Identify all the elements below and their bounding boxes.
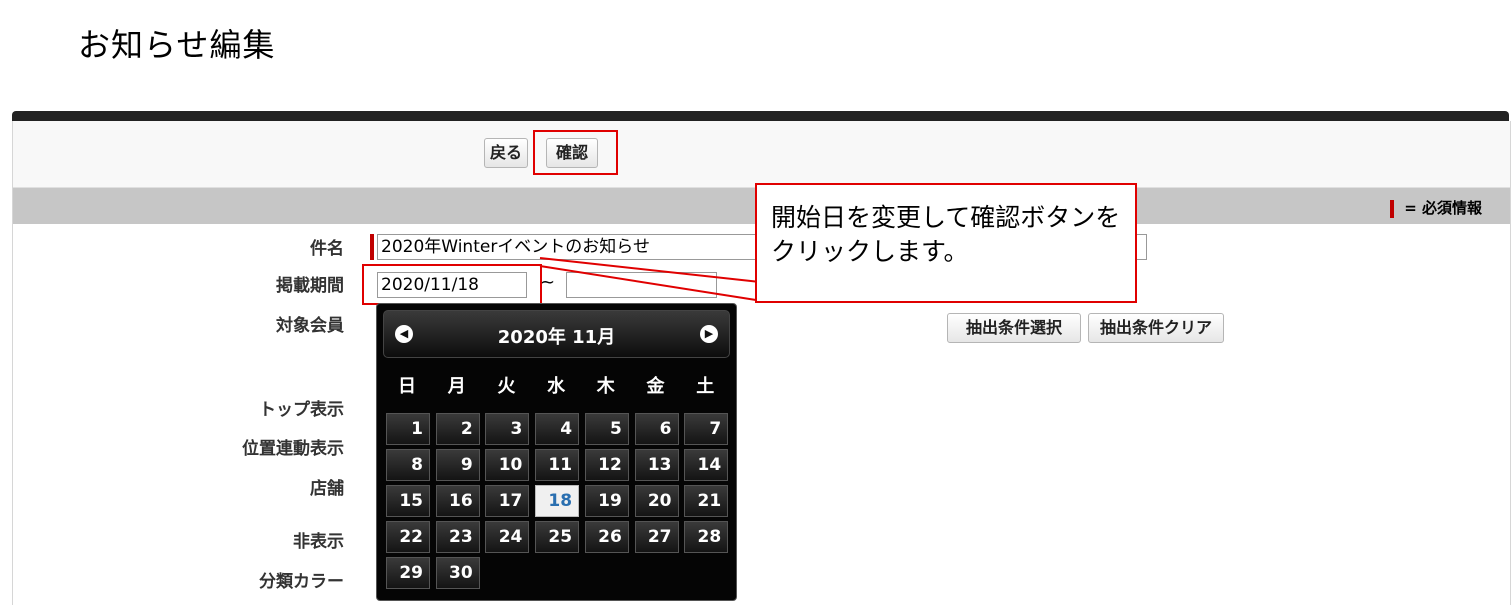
calendar-title: 2020年 11月 bbox=[497, 327, 616, 348]
weekday-label: 金 bbox=[646, 376, 665, 397]
category-color-label: 分類カラー bbox=[259, 572, 344, 592]
calendar-day[interactable]: 6 bbox=[634, 413, 679, 445]
calendar-day[interactable]: 25 bbox=[535, 521, 580, 553]
header-bar bbox=[12, 111, 1509, 121]
calendar-day[interactable]: 14 bbox=[684, 449, 729, 481]
calendar-day[interactable]: 2 bbox=[435, 413, 480, 445]
calendar-day[interactable]: 22 bbox=[386, 521, 430, 553]
weekday-label: 月 bbox=[447, 376, 466, 397]
calendar-day[interactable]: 20 bbox=[634, 485, 679, 517]
weekday-label: 火 bbox=[497, 376, 516, 397]
page-title: お知らせ編集 bbox=[78, 26, 276, 64]
calendar-day[interactable]: 8 bbox=[386, 449, 430, 481]
instruction-callout: 開始日を変更して確認ボタンをクリックします。 bbox=[755, 183, 1137, 303]
calendar-day[interactable]: 17 bbox=[485, 485, 530, 517]
extract-clear-button[interactable]: 抽出条件クリア bbox=[1088, 313, 1224, 343]
calendar-day[interactable]: 18 bbox=[535, 485, 580, 517]
weekday-label: 日 bbox=[398, 376, 416, 397]
confirm-highlight bbox=[533, 130, 618, 175]
period-end-input[interactable] bbox=[566, 272, 717, 298]
calendar-day[interactable]: 11 bbox=[535, 449, 580, 481]
date-picker: ◀ 2020年 11月 ▶ 日月火水木金土 1 2 3 4 5 6 7 8 9 10 11 12 13 1… bbox=[376, 303, 737, 601]
target-label: 対象会員 bbox=[276, 316, 344, 336]
extract-select-button[interactable]: 抽出条件選択 bbox=[947, 313, 1081, 343]
calendar-day[interactable]: 4 bbox=[535, 413, 580, 445]
button-row: 戻る 確認 bbox=[13, 121, 1510, 188]
period-start-highlight bbox=[362, 264, 542, 305]
calendar-day[interactable]: 19 bbox=[584, 485, 629, 517]
weekday-label: 水 bbox=[547, 376, 566, 397]
calendar-day[interactable]: 26 bbox=[584, 521, 629, 553]
hidden-label: 非表示 bbox=[293, 532, 344, 552]
calendar-day[interactable]: 3 bbox=[485, 413, 530, 445]
top-display-label: トップ表示 bbox=[259, 400, 344, 420]
period-separator: ~ bbox=[540, 272, 556, 293]
required-indicator bbox=[370, 234, 374, 260]
calendar-day[interactable]: 24 bbox=[485, 521, 530, 553]
back-button[interactable]: 戻る bbox=[484, 138, 528, 168]
period-label: 掲載期間 bbox=[276, 276, 344, 296]
calendar-header: ◀ 2020年 11月 ▶ bbox=[383, 310, 730, 358]
location-display-label: 位置連動表示 bbox=[242, 439, 344, 459]
weekday-label: 木 bbox=[596, 376, 615, 397]
chevron-right-icon[interactable]: ▶ bbox=[700, 325, 718, 343]
store-label: 店舗 bbox=[310, 479, 344, 499]
calendar-day[interactable]: 27 bbox=[634, 521, 679, 553]
calendar-day[interactable]: 23 bbox=[435, 521, 480, 553]
calendar-day[interactable]: 9 bbox=[435, 449, 480, 481]
subject-label: 件名 bbox=[310, 239, 344, 259]
calendar-day[interactable]: 12 bbox=[584, 449, 629, 481]
calendar-day[interactable]: 13 bbox=[634, 449, 679, 481]
required-legend: = 必須情報 bbox=[1390, 197, 1482, 218]
calendar-day[interactable]: 7 bbox=[684, 413, 729, 445]
required-mark-icon bbox=[1390, 199, 1395, 218]
calendar-day[interactable]: 10 bbox=[485, 449, 530, 481]
calendar-day[interactable]: 28 bbox=[684, 521, 729, 553]
calendar-day[interactable]: 16 bbox=[435, 485, 480, 517]
calendar-day[interactable]: 21 bbox=[684, 485, 729, 517]
calendar-day[interactable]: 29 bbox=[386, 557, 430, 589]
calendar-day[interactable]: 5 bbox=[584, 413, 629, 445]
calendar-day[interactable]: 30 bbox=[435, 557, 480, 589]
calendar-day[interactable]: 1 bbox=[386, 413, 430, 445]
calendar-day[interactable]: 15 bbox=[386, 485, 430, 517]
weekday-label: 土 bbox=[696, 376, 715, 397]
